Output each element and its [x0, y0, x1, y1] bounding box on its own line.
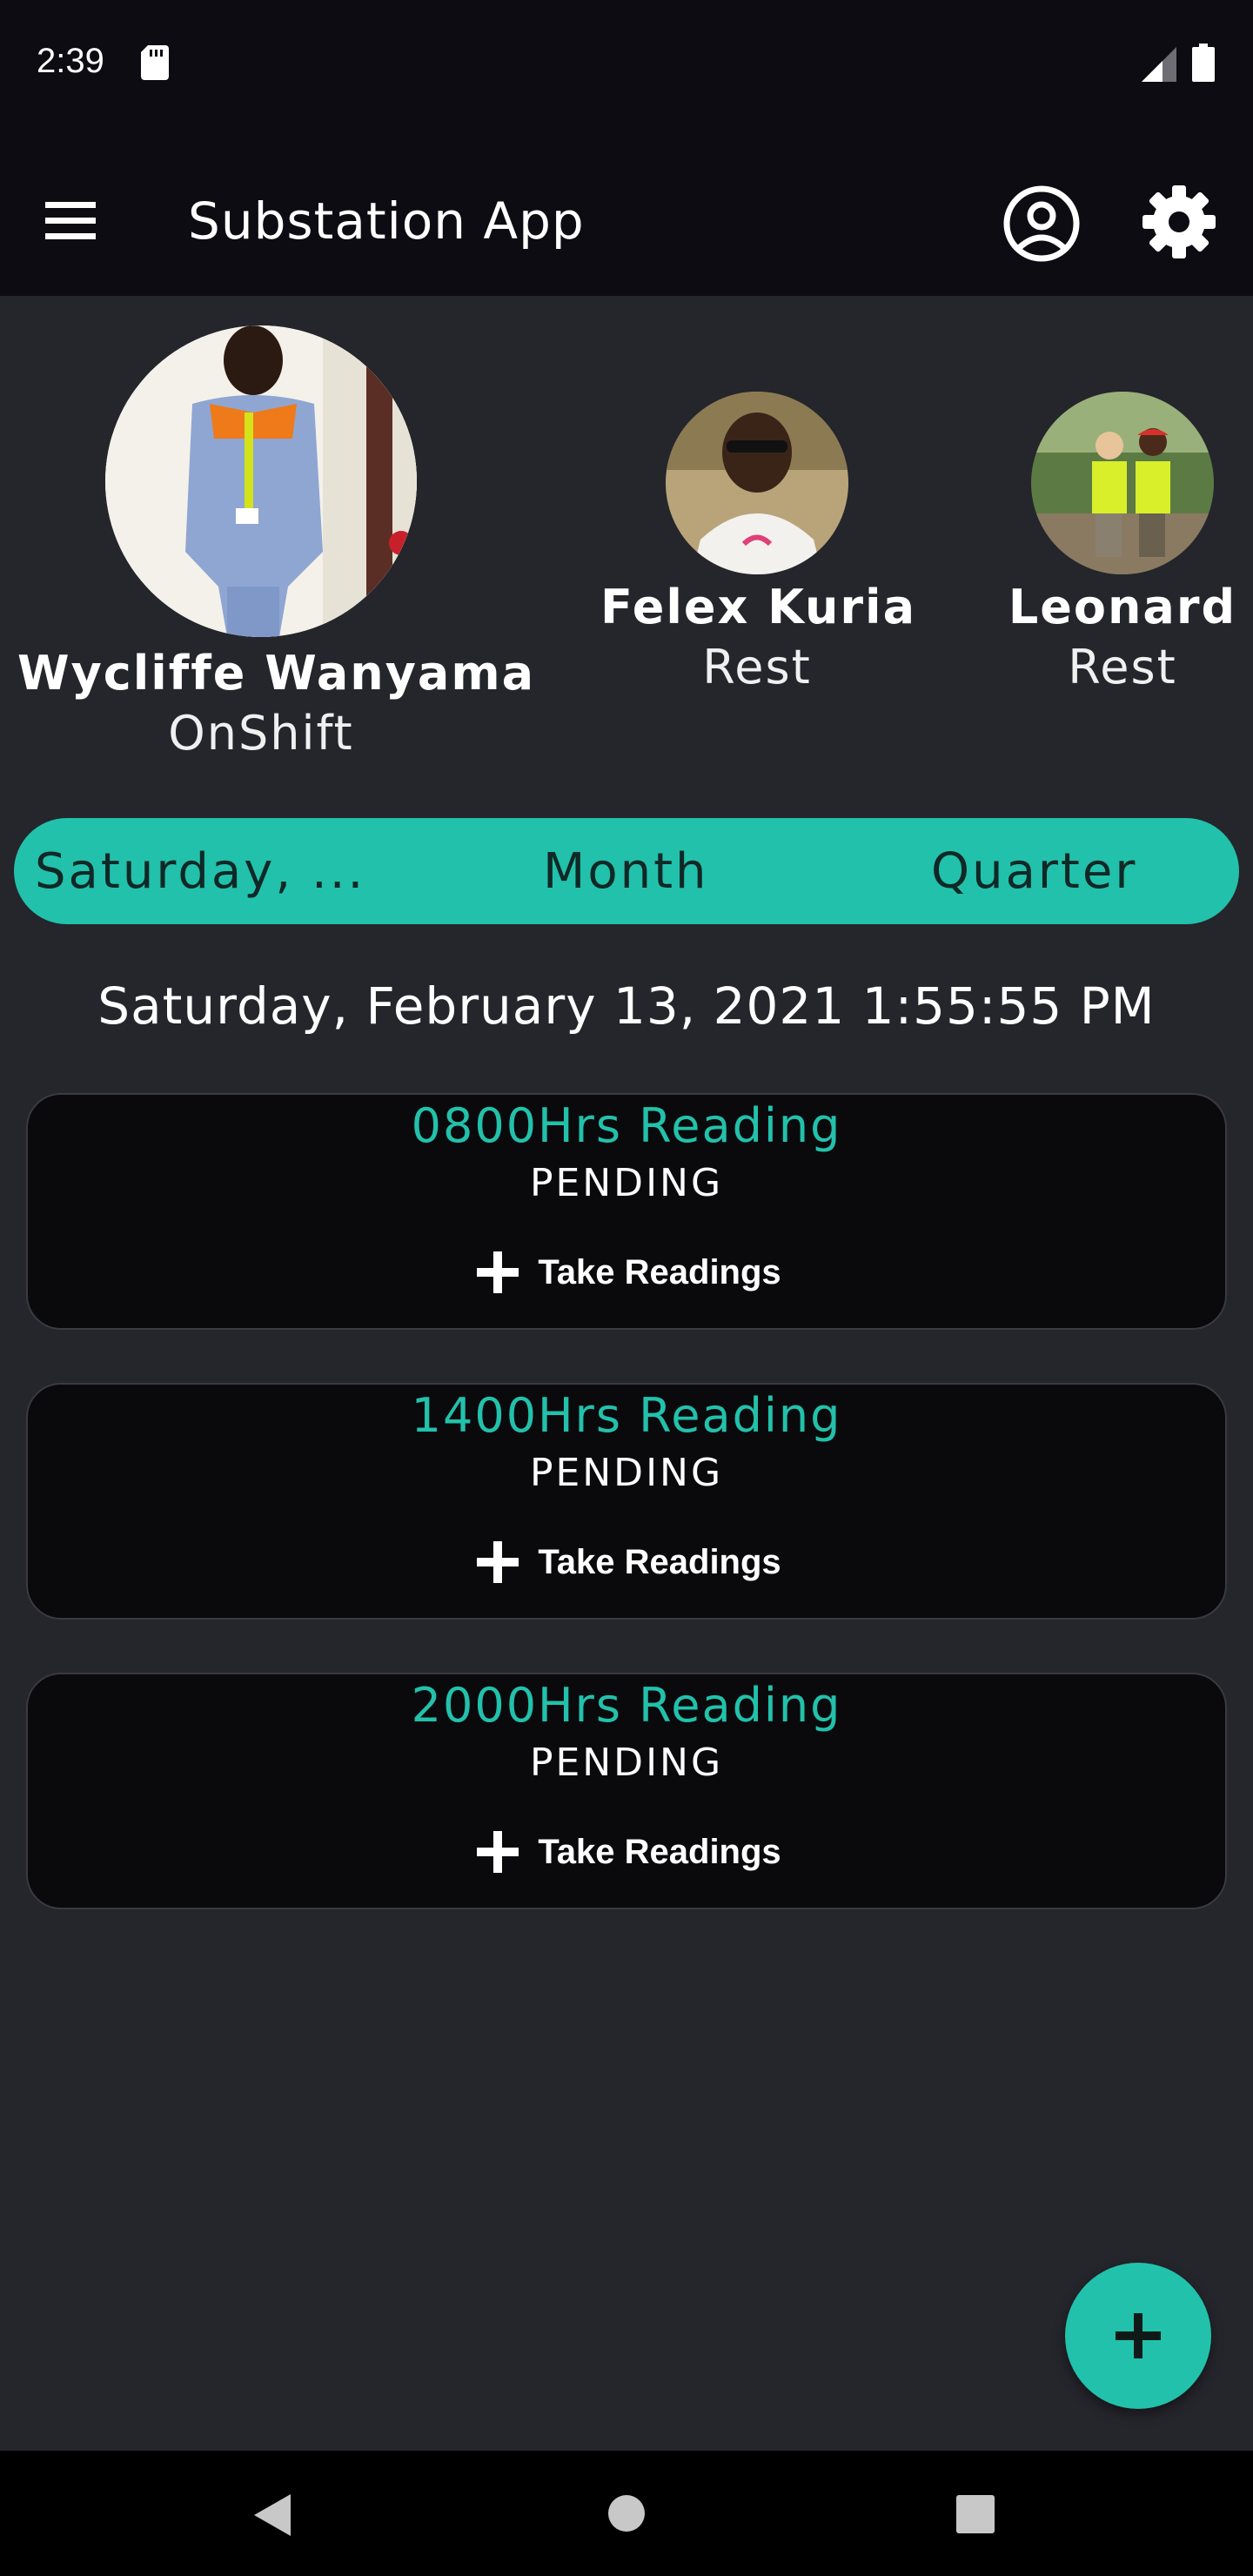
recents-icon[interactable]: [955, 2494, 995, 2534]
sd-card-icon: [141, 45, 169, 80]
reading-card[interactable]: 2000Hrs Reading PENDING Take Readings: [26, 1673, 1227, 1909]
reading-title: 1400Hrs Reading: [411, 1388, 842, 1443]
reading-title: 2000Hrs Reading: [411, 1678, 842, 1733]
avatar: [105, 325, 417, 637]
app-title: Substation App: [188, 191, 585, 251]
avatar-photo: [105, 325, 417, 637]
staff-status: Rest: [1068, 640, 1177, 694]
plus-icon: [477, 1251, 519, 1293]
staff-status: Rest: [702, 640, 812, 694]
take-readings-label: Take Readings: [538, 1542, 781, 1581]
add-fab-button[interactable]: [1065, 2263, 1211, 2409]
tab-month[interactable]: Month: [543, 843, 709, 900]
reading-title: 0800Hrs Reading: [411, 1098, 842, 1153]
take-readings-button[interactable]: Take Readings: [463, 1243, 794, 1302]
avatar-photo: [1031, 392, 1214, 574]
plus-icon: [1116, 2313, 1161, 2358]
settings-icon[interactable]: [1142, 184, 1216, 259]
take-readings-button[interactable]: Take Readings: [463, 1533, 794, 1592]
current-datetime: Saturday, February 13, 2021 1:55:55 PM: [97, 976, 1156, 1036]
plus-icon: [477, 1541, 519, 1583]
reading-card[interactable]: 0800Hrs Reading PENDING Take Readings: [26, 1093, 1227, 1330]
period-tabs: Saturday, ... Month Quarter: [14, 818, 1239, 924]
avatar-photo: [666, 392, 848, 574]
staff-status: OnShift: [168, 706, 354, 761]
system-nav-bar: [0, 2451, 1253, 2576]
staff-row: Wycliffe Wanyama OnShift Felex Kuria Res…: [0, 296, 1253, 783]
staff-name: Wycliffe Wanyama: [17, 646, 536, 701]
reading-card[interactable]: 1400Hrs Reading PENDING Take Readings: [26, 1383, 1227, 1620]
take-readings-button[interactable]: Take Readings: [463, 1822, 794, 1882]
app-bar: Substation App: [0, 148, 1253, 296]
take-readings-label: Take Readings: [538, 1832, 781, 1871]
staff-card[interactable]: Wycliffe Wanyama OnShift: [17, 325, 536, 761]
tab-day[interactable]: Saturday, ...: [35, 843, 365, 900]
reading-status: PENDING: [529, 1451, 724, 1495]
status-bar: 2:39: [0, 0, 1253, 148]
tab-quarter[interactable]: Quarter: [931, 843, 1137, 900]
home-icon[interactable]: [607, 2494, 646, 2532]
reading-status: PENDING: [529, 1161, 724, 1205]
back-icon[interactable]: [251, 2492, 292, 2538]
staff-card[interactable]: Felex Kuria Rest: [600, 392, 917, 694]
status-time: 2:39: [37, 42, 104, 80]
plus-icon: [477, 1831, 519, 1873]
staff-name: Leonard: [1008, 580, 1237, 634]
staff-card[interactable]: Leonard Rest: [992, 392, 1253, 694]
reading-status: PENDING: [529, 1741, 724, 1785]
account-circle-icon[interactable]: [1002, 184, 1081, 263]
avatar: [666, 392, 848, 574]
signal-icon: [1142, 47, 1176, 82]
take-readings-label: Take Readings: [538, 1252, 781, 1291]
battery-icon: [1192, 44, 1215, 82]
staff-name: Felex Kuria: [600, 580, 917, 634]
avatar: [1031, 392, 1214, 574]
menu-icon[interactable]: [45, 198, 96, 244]
